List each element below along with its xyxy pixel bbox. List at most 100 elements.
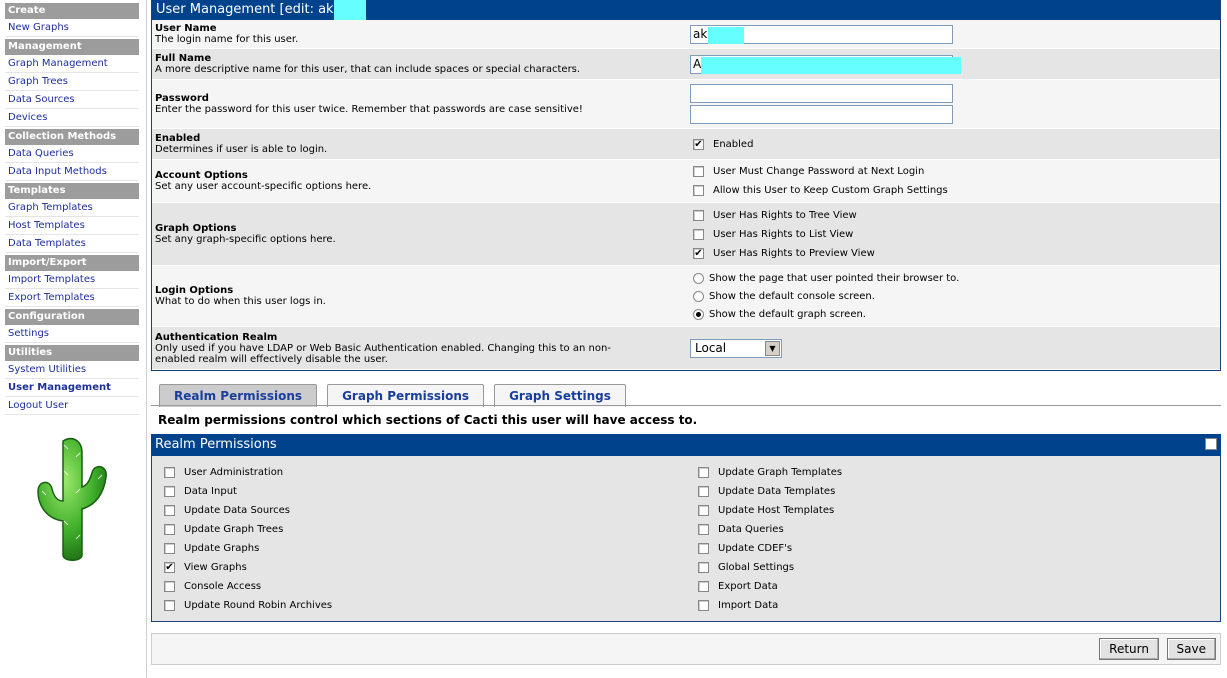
sidebar-item-graph-trees[interactable]: Graph Trees	[5, 73, 139, 91]
sidebar-item-host-templates[interactable]: Host Templates	[5, 217, 139, 235]
perm-update-cdef-s-checkbox[interactable]	[698, 543, 709, 554]
perm-update-graph-templates-label: Update Graph Templates	[718, 467, 843, 478]
tab-realm-permissions[interactable]: Realm Permissions	[159, 384, 318, 407]
perm-update-graph-templates-checkbox[interactable]	[698, 467, 709, 478]
auth-realm-select[interactable]: Local ▼	[690, 338, 782, 358]
menu-header-import-export: Import/Export	[5, 255, 139, 271]
perm-export-data-label: Export Data	[718, 581, 778, 592]
row-enabled: Enabled Determines if user is able to log…	[152, 129, 1220, 160]
sidebar-item-user-management[interactable]: User Management	[5, 379, 139, 397]
menu-header-management: Management	[5, 39, 139, 55]
sidebar-item-data-queries[interactable]: Data Queries	[5, 145, 139, 163]
user-has-rights-to-tree-view-option: User Has Rights to Tree View	[690, 206, 1220, 225]
select-all-checkbox[interactable]	[1205, 438, 1217, 450]
perm-update-graph-trees-label: Update Graph Trees	[184, 524, 284, 535]
account-options-desc: Set any user account-specific options he…	[155, 181, 372, 192]
perm-update-data-sources-checkbox[interactable]	[164, 505, 175, 516]
perm-update-round-robin-archives-checkbox[interactable]	[164, 600, 175, 611]
sidebar-item-graph-management[interactable]: Graph Management	[5, 55, 139, 73]
user-must-change-password-at-next-login-label: User Must Change Password at Next Login	[713, 166, 925, 177]
perm-data-input-label: Data Input	[184, 486, 237, 497]
allow-this-user-to-keep-custom-graph-settings-checkbox[interactable]	[693, 185, 704, 196]
perm-update-graphs-checkbox[interactable]	[164, 543, 175, 554]
perm-update-data-templates-checkbox[interactable]	[698, 486, 709, 497]
login-option: Show the page that user pointed their br…	[690, 269, 1220, 287]
user-name-input[interactable]: ak	[690, 24, 953, 44]
sidebar: Create New Graphs Management Graph Manageme…	[0, 0, 147, 678]
allow-this-user-to-keep-custom-graph-settings-option: Allow this User to Keep Custom Graph Set…	[690, 181, 1220, 200]
perm-column-right: Update Graph Templates Update Data Templa…	[686, 463, 1220, 615]
sidebar-item-import-templates[interactable]: Import Templates	[5, 271, 139, 289]
tab-graph-settings[interactable]: Graph Settings	[494, 384, 626, 407]
login-options-desc: What to do when this user logs in.	[155, 296, 326, 307]
user-must-change-password-at-next-login-checkbox[interactable]	[693, 166, 704, 177]
panel-title: User Management [edit: ak	[152, 0, 1220, 20]
user-has-rights-to-list-view-label: User Has Rights to List View	[713, 228, 854, 240]
perm-user-administration-label: User Administration	[184, 467, 284, 478]
password-input[interactable]	[690, 84, 953, 103]
sidebar-item-settings[interactable]: Settings	[5, 325, 139, 343]
perm-console-access-checkbox[interactable]	[164, 581, 175, 592]
password-desc: Enter the password for this user twice. …	[155, 104, 583, 115]
login-option-radio[interactable]	[693, 308, 704, 320]
chevron-down-icon[interactable]: ▼	[765, 340, 780, 356]
menu-header-configuration: Configuration	[5, 309, 139, 325]
user-has-rights-to-preview-view-checkbox[interactable]: ✔	[693, 247, 704, 259]
row-graph-options: Graph Options Set any graph-specific opti…	[152, 203, 1220, 266]
user-has-rights-to-list-view-checkbox[interactable]	[693, 228, 704, 240]
perm-data-queries-label: Data Queries	[718, 524, 784, 535]
allow-this-user-to-keep-custom-graph-settings-label: Allow this User to Keep Custom Graph Set…	[713, 185, 948, 196]
perm-global-settings-label: Global Settings	[718, 562, 795, 573]
sidebar-item-data-input-methods[interactable]: Data Input Methods	[5, 163, 139, 181]
menu-header-utilities: Utilities	[5, 345, 139, 361]
tab-graph-permissions[interactable]: Graph Permissions	[327, 384, 485, 407]
perm-import-data-checkbox[interactable]	[698, 600, 709, 611]
user-edit-panel: User Management [edit: ak User Name The l…	[151, 0, 1221, 371]
perm-console-access-label: Console Access	[184, 581, 262, 592]
enabled-checkbox[interactable]: ✔	[693, 138, 704, 150]
login-option-radio[interactable]	[693, 272, 704, 284]
login-option-label: Show the default console screen.	[709, 290, 875, 302]
realm-permissions-panel: Realm Permissions User Administration Dat…	[151, 434, 1221, 622]
sidebar-item-devices[interactable]: Devices	[5, 109, 139, 127]
perm-update-host-templates-checkbox[interactable]	[698, 505, 709, 516]
sidebar-item-data-templates[interactable]: Data Templates	[5, 235, 139, 253]
graph-options-desc: Set any graph-specific options here.	[155, 234, 336, 245]
row-auth-realm: Authentication Realm Only used if you hav…	[152, 327, 1220, 370]
perm-global-settings-checkbox[interactable]	[698, 562, 709, 573]
sidebar-item-logout-user[interactable]: Logout User	[5, 397, 139, 415]
sidebar-item-new-graphs[interactable]: New Graphs	[5, 19, 139, 37]
form-footer: Return Save	[151, 633, 1221, 665]
perm-data-queries-checkbox[interactable]	[698, 524, 709, 535]
row-account-options: Account Options Set any user account-spec…	[152, 160, 1220, 203]
enabled-option-label: Enabled	[713, 138, 754, 150]
login-option: Show the default console screen.	[690, 287, 1220, 305]
perm-user-administration-option: User Administration	[161, 463, 686, 482]
sidebar-menu: Create New Graphs Management Graph Manageme…	[5, 3, 139, 415]
enabled-desc: Determines if user is able to login.	[155, 144, 328, 155]
sidebar-item-system-utilities[interactable]: System Utilities	[5, 361, 139, 379]
save-button[interactable]: Save	[1166, 638, 1216, 660]
perm-update-data-templates-option: Update Data Templates	[695, 482, 1220, 501]
return-button[interactable]: Return	[1099, 638, 1159, 660]
perm-export-data-checkbox[interactable]	[698, 581, 709, 592]
menu-header-collection-methods: Collection Methods	[5, 129, 139, 145]
login-option-label: Show the default graph screen.	[709, 308, 866, 320]
perm-update-round-robin-archives-option: Update Round Robin Archives	[161, 596, 686, 615]
realm-panel-title: Realm Permissions	[151, 434, 1221, 456]
perm-update-graph-templates-option: Update Graph Templates	[695, 463, 1220, 482]
perm-user-administration-checkbox[interactable]	[164, 467, 175, 478]
perm-view-graphs-checkbox[interactable]: ✔	[164, 562, 175, 573]
user-has-rights-to-tree-view-label: User Has Rights to Tree View	[713, 209, 857, 221]
perm-data-input-checkbox[interactable]	[164, 486, 175, 497]
user-has-rights-to-tree-view-checkbox[interactable]	[693, 209, 704, 221]
full-name-input[interactable]: A	[690, 54, 961, 74]
sidebar-item-export-templates[interactable]: Export Templates	[5, 289, 139, 307]
perm-update-graph-trees-checkbox[interactable]	[164, 524, 175, 535]
full-name-label: Full Name	[155, 53, 212, 64]
password-confirm-input[interactable]	[690, 105, 953, 124]
login-option-radio[interactable]	[693, 290, 704, 302]
row-user-name: User Name The login name for this user. a…	[152, 20, 1220, 49]
sidebar-item-data-sources[interactable]: Data Sources	[5, 91, 139, 109]
sidebar-item-graph-templates[interactable]: Graph Templates	[5, 199, 139, 217]
